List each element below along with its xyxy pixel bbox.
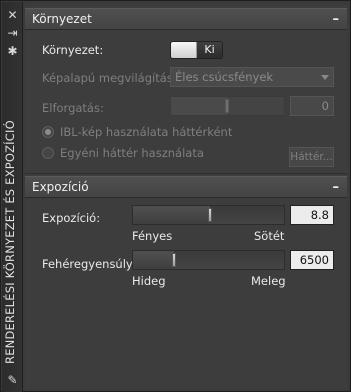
rotation-value[interactable]: 0 (290, 96, 334, 116)
chevron-down-icon (321, 75, 329, 80)
palette-title-strip[interactable]: ✕ ⇥ ✱ RENDERELÉSI KÖRNYEZET ÉS EXPOZÍCIÓ… (2, 2, 23, 392)
environment-toggle[interactable]: Ki (170, 41, 223, 59)
white-balance-label: Fehéregyensúly: (42, 257, 136, 271)
palette-content: Környezet – Környezet: Ki Képalapú megvi… (25, 5, 348, 389)
properties-icon[interactable]: ✎ (5, 373, 20, 386)
white-balance-value[interactable]: 6500 (290, 250, 334, 270)
slider-thumb[interactable] (172, 253, 176, 267)
palette-window: ✕ ⇥ ✱ RENDERELÉSI KÖRNYEZET ÉS EXPOZÍCIÓ… (0, 0, 351, 392)
rotation-slider[interactable] (170, 96, 285, 116)
environment-toggle-label: Környezet: (42, 43, 104, 57)
exposure-min-label: Fényes (132, 229, 173, 243)
radio-button[interactable] (42, 126, 54, 138)
image-lighting-label: Képalapú megvilágítás: (42, 71, 177, 85)
radio-ibl-background[interactable]: IBL-kép használata háttérként (42, 125, 232, 139)
toggle-knob (171, 42, 197, 58)
radio-custom-label: Egyéni háttér használata (60, 146, 204, 160)
slider-thumb[interactable] (225, 99, 229, 113)
settings-icon[interactable]: ✱ (5, 44, 20, 57)
background-button[interactable]: Háttér... (289, 147, 334, 167)
environment-section-header[interactable]: Környezet – (25, 8, 347, 30)
radio-custom-background[interactable]: Egyéni háttér használata (42, 146, 204, 160)
exposure-section-title: Expozíció (32, 180, 89, 194)
palette-title: RENDERELÉSI KÖRNYEZET ÉS EXPOZÍCIÓ (3, 120, 17, 364)
white-balance-min-label: Hideg (132, 274, 166, 288)
collapse-icon[interactable]: – (333, 12, 340, 27)
slider-fill (133, 251, 174, 269)
exposure-max-label: Sötét (254, 229, 285, 243)
image-lighting-value: Éles csúcsfények (175, 70, 274, 84)
white-balance-slider[interactable] (132, 250, 285, 270)
environment-section-title: Környezet (32, 12, 92, 26)
exposure-value[interactable]: 8.8 (290, 205, 334, 225)
radio-button[interactable] (42, 147, 54, 159)
white-balance-max-label: Meleg (251, 274, 286, 288)
exposure-section-header[interactable]: Expozíció – (25, 176, 347, 198)
pin-icon[interactable]: ⇥ (5, 26, 20, 39)
collapse-icon[interactable]: – (333, 180, 340, 195)
image-lighting-select[interactable]: Éles csúcsfények (170, 67, 334, 87)
exposure-slider[interactable] (132, 205, 285, 225)
slider-fill (133, 206, 210, 224)
section-divider (25, 173, 347, 174)
close-icon[interactable]: ✕ (5, 8, 20, 21)
slider-thumb[interactable] (208, 208, 212, 222)
exposure-label: Expozíció: (42, 211, 101, 225)
slider-fill (171, 97, 227, 115)
rotation-label: Elforgatás: (42, 101, 104, 115)
radio-ibl-label: IBL-kép használata háttérként (60, 125, 233, 139)
toggle-state: Ki (197, 42, 222, 58)
